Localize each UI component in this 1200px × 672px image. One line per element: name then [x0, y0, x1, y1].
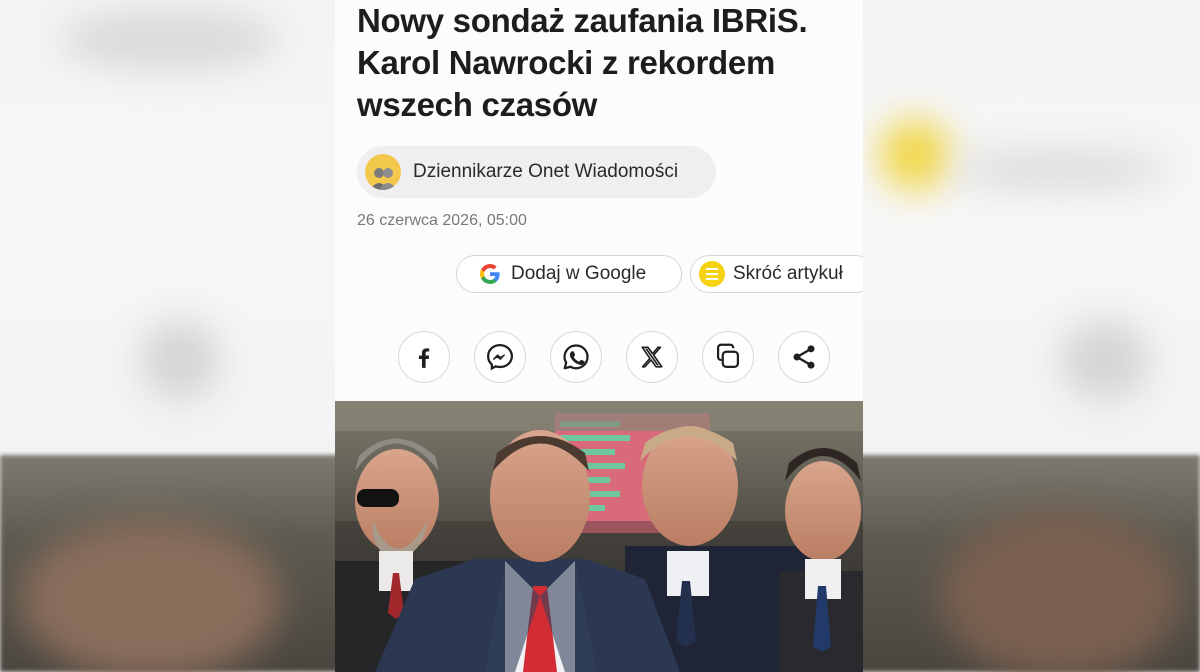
share-x-button[interactable]: [626, 331, 678, 383]
shorten-article-label: Skróć artykuł: [733, 263, 843, 284]
shorten-article-icon: [699, 261, 725, 287]
x-icon: [641, 346, 663, 368]
share-icon: [793, 345, 815, 369]
article-hero-image: [335, 401, 863, 672]
google-icon: [477, 261, 503, 287]
facebook-icon: [418, 348, 430, 368]
whatsapp-icon: [563, 344, 589, 370]
share-whatsapp-button[interactable]: [550, 331, 602, 383]
share-messenger-button[interactable]: [474, 331, 526, 383]
share-more-button[interactable]: [778, 331, 830, 383]
copy-link-button[interactable]: [702, 331, 754, 383]
share-facebook-button[interactable]: [398, 331, 450, 383]
author-chip[interactable]: Dziennikarze Onet Wiadomości: [357, 146, 716, 198]
publish-date: 26 czerwca 2026, 05:00: [357, 212, 527, 229]
shorten-article-button[interactable]: Skróć artykuł: [690, 255, 863, 293]
add-in-google-button[interactable]: Dodaj w Google: [456, 255, 682, 293]
author-avatar-icon: [365, 154, 401, 190]
messenger-icon: [486, 343, 514, 371]
copy-icon: [716, 343, 740, 369]
author-name: Dziennikarze Onet Wiadomości: [413, 161, 679, 182]
article-headline: Nowy sondaż zaufania IBRiS. Karol Nawroc…: [357, 2, 808, 123]
add-in-google-label: Dodaj w Google: [511, 263, 647, 284]
article-screen: Nowy sondaż zaufania IBRiS. Karol Nawroc…: [335, 0, 863, 672]
